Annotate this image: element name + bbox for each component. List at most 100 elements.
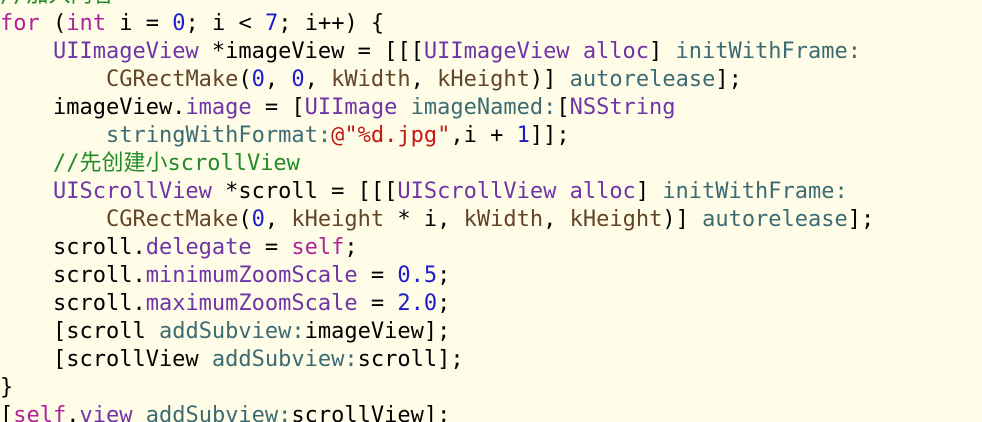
code-token-plain: scroll]; xyxy=(357,347,464,372)
code-token-plain: , xyxy=(264,67,292,92)
clipped-comment-line: //加入内容 xyxy=(0,0,115,10)
code-token-method: addSubview: xyxy=(211,347,358,372)
code-token-type: alloc xyxy=(569,179,636,204)
code-token-method: initWithFrame: xyxy=(662,179,848,204)
code-line: scroll.maximumZoomScale = 2.0; xyxy=(0,290,450,318)
code-token-macro: kHeight xyxy=(437,67,530,92)
code-token-plain: , xyxy=(543,207,570,232)
code-token-plain: i = xyxy=(106,11,173,36)
code-token-comment: //先创建小scrollView xyxy=(52,151,300,176)
code-line: CGRectMake(0, 0, kWidth, kHeight)] autor… xyxy=(0,66,742,94)
code-token-method: autorelease xyxy=(702,207,848,232)
code-token-macro: kHeight xyxy=(291,207,385,232)
code-token-plain: scroll. xyxy=(0,263,146,288)
code-line: [scrollView addSubview:scroll]; xyxy=(0,346,464,374)
code-token-plain: ,i + xyxy=(450,123,517,148)
code-token-plain: scroll. xyxy=(0,291,146,316)
code-line: } xyxy=(0,374,13,402)
code-token-plain: )] xyxy=(662,207,703,232)
code-token-plain: = xyxy=(251,235,292,260)
code-token-plain: ] xyxy=(635,179,663,204)
code-token-method: addSubview: xyxy=(158,319,305,344)
code-token-plain: [scrollView xyxy=(0,347,212,372)
code-token-keyword: int xyxy=(66,11,106,36)
code-token-plain: ]; xyxy=(715,67,742,92)
code-line: scroll.minimumZoomScale = 0.5; xyxy=(0,262,450,290)
code-token-number: 1 xyxy=(516,123,530,148)
code-token-plain: = xyxy=(357,291,398,316)
code-token-plain: ; xyxy=(344,235,358,260)
code-token-number: 0 xyxy=(291,67,305,92)
code-editor[interactable]: //加入内容 for (int i = 0; i < 7; i++) { UII… xyxy=(0,0,982,422)
code-token-number: 0 xyxy=(251,207,265,232)
code-line: stringWithFormat:@"%d.jpg",i + 1]]; xyxy=(0,122,570,150)
code-token-plain: , xyxy=(410,67,438,92)
code-token-type: view xyxy=(79,403,133,422)
code-token-keyword: self xyxy=(291,235,345,260)
code-token-number: 2.0 xyxy=(397,291,438,316)
code-token-number: 0.5 xyxy=(397,263,438,288)
code-token-type: maximumZoomScale xyxy=(145,291,358,316)
code-token-plain: imageView. xyxy=(0,95,186,120)
code-token-method: imageNamed: xyxy=(410,95,557,120)
code-token-plain: [scroll xyxy=(0,319,159,344)
code-token-plain: ; xyxy=(437,291,451,316)
code-line: UIScrollView *scroll = [[[UIScrollView a… xyxy=(0,178,848,206)
code-token-method: stringWithFormat: xyxy=(105,123,332,148)
code-token-macro: kWidth xyxy=(331,67,411,92)
code-token-plain: ; i < xyxy=(185,11,265,36)
code-token-plain: [ xyxy=(556,95,570,120)
code-token-type: UIImage xyxy=(304,95,398,120)
code-token-type: minimumZoomScale xyxy=(145,263,358,288)
code-token-plain: * i, xyxy=(384,207,464,232)
code-line: //先创建小scrollView xyxy=(0,150,300,178)
code-token-type: delegate xyxy=(145,235,252,260)
code-token-method: addSubview: xyxy=(145,403,292,422)
code-token-plain: )] xyxy=(529,67,570,92)
code-token-number: 0 xyxy=(251,67,265,92)
code-token-method: initWithFrame: xyxy=(675,39,861,64)
code-token-plain: ; i++) { xyxy=(278,11,385,36)
code-token-plain: ] xyxy=(649,39,676,64)
code-token-type: UIScrollView xyxy=(52,179,212,204)
code-token-type: UIImageView xyxy=(52,39,199,64)
code-line: [self.view addSubview:scrollView]; xyxy=(0,402,450,422)
code-token-plain: . xyxy=(66,403,80,422)
code-token-number: 0 xyxy=(172,11,186,36)
code-token-macro: CGRectMake xyxy=(105,207,239,232)
code-token-plain: ]; xyxy=(847,207,875,232)
code-token-type: UIScrollView xyxy=(397,179,557,204)
code-token-macro: kWidth xyxy=(463,207,544,232)
code-token-plain: ]]; xyxy=(529,123,570,148)
code-token-plain: } xyxy=(0,375,14,400)
code-token-string: @"%d.jpg" xyxy=(331,123,451,148)
code-token-keyword: self xyxy=(13,403,67,422)
code-token-macro: CGRectMake xyxy=(105,67,239,92)
code-token-keyword: for xyxy=(0,11,40,36)
code-token-plain: *scroll = [[[ xyxy=(211,179,398,204)
code-token-plain: imageView]; xyxy=(304,319,451,344)
code-token-plain: ( xyxy=(39,11,67,36)
code-line: CGRectMake(0, kHeight * i, kWidth, kHeig… xyxy=(0,206,874,234)
code-token-type: alloc xyxy=(582,39,650,64)
code-token-plain: [ xyxy=(0,403,14,422)
code-token-plain: , xyxy=(264,207,292,232)
code-token-plain: ( xyxy=(238,67,252,92)
code-line: scroll.delegate = self; xyxy=(0,234,358,262)
code-token-plain: scrollView]; xyxy=(291,403,451,422)
code-token-type: NSString xyxy=(569,95,676,120)
code-line: for (int i = 0; i < 7; i++) { xyxy=(0,10,384,38)
code-token-plain: ; xyxy=(437,263,451,288)
code-token-plain: scroll. xyxy=(0,235,146,260)
code-token-type: image xyxy=(185,95,252,120)
code-token-number: 7 xyxy=(264,11,279,36)
